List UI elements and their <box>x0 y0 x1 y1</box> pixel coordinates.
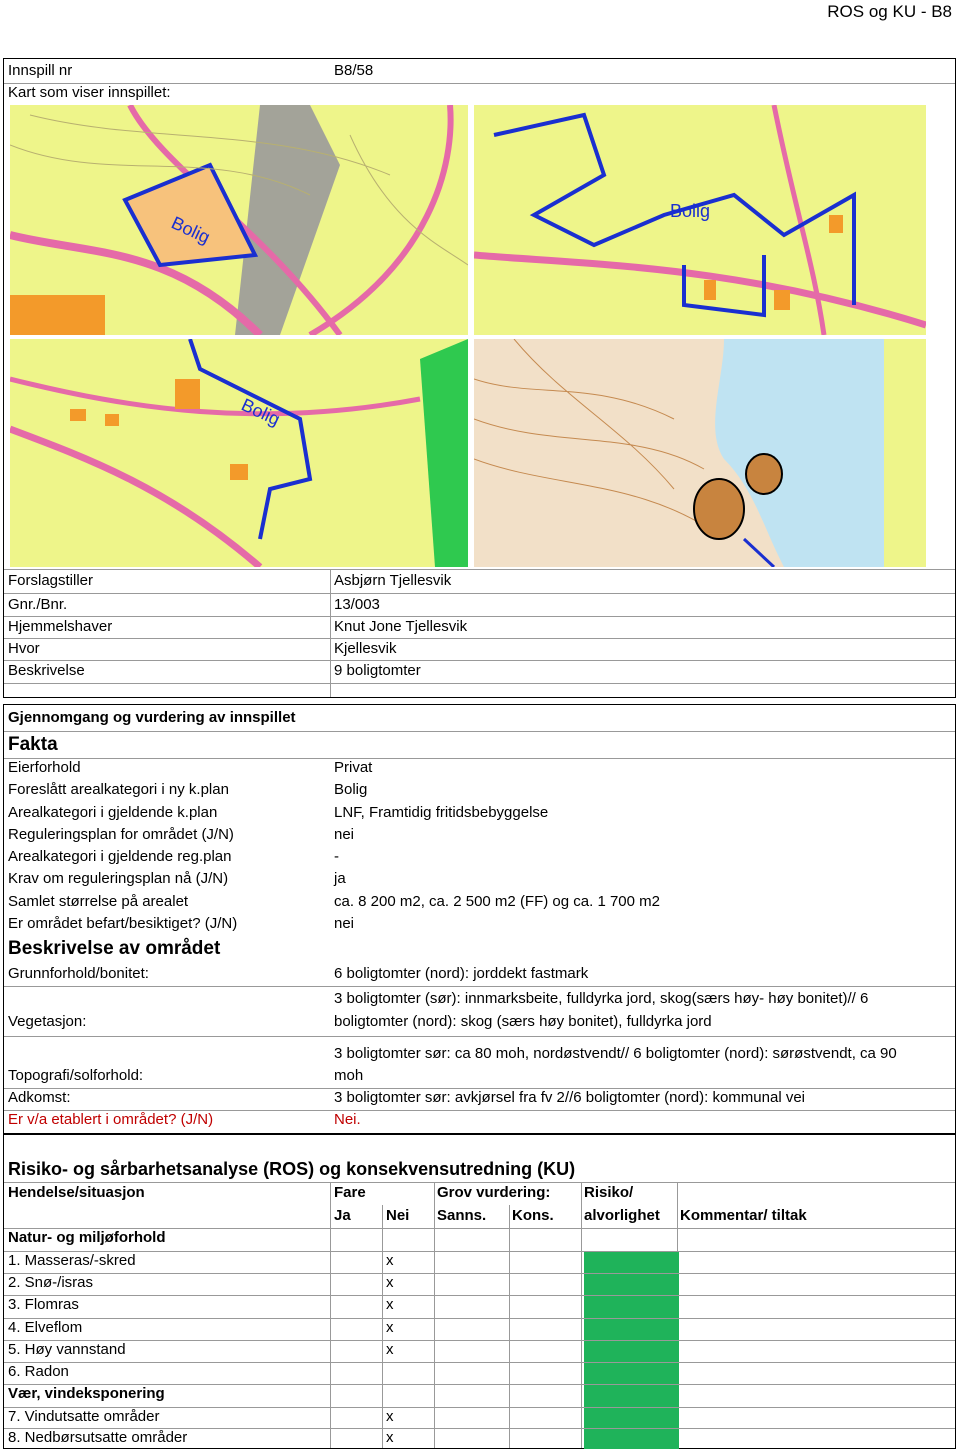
col-kommentar: Kommentar/ tiltak <box>680 1207 807 1224</box>
review-label-4: Arealkategori i gjeldende reg.plan <box>8 848 232 865</box>
col-nei: Nei <box>386 1207 410 1224</box>
ros-row-nei-7: x <box>386 1429 394 1446</box>
review-heading: Gjennomgang og vurdering av innspillet <box>8 709 296 726</box>
review-label-1: Foreslått arealkategori i ny k.plan <box>8 781 229 798</box>
map-image-1: Bolig <box>10 105 468 335</box>
review-label-2: Arealkategori i gjeldende k.plan <box>8 804 218 821</box>
etablert-value: Nei. <box>334 1111 361 1128</box>
ros-heading: Risiko- og sårbarhetsanalyse (ROS) og ko… <box>8 1159 576 1179</box>
info-value-2: Knut Jone Tjellesvik <box>334 618 468 635</box>
etablert-label: Er v/a etablert i området? (J/N) <box>8 1111 214 1128</box>
veg-value-2: boligtomter (nord): skog (særs høy bonit… <box>334 1013 712 1030</box>
page-header-title: ROS og KU - B8 <box>827 2 952 21</box>
col-sanns: Sanns. <box>437 1207 487 1224</box>
map-image-4 <box>474 339 926 567</box>
info-label-3: Hvor <box>8 640 40 657</box>
map-image-2: Bolig <box>474 105 926 335</box>
topo-label: Topografi/solforhold: <box>8 1067 144 1084</box>
map-bolig-label-2: Bolig <box>670 201 710 221</box>
col-kons: Kons. <box>512 1207 554 1224</box>
review-label-3: Reguleringsplan for området (J/N) <box>8 826 234 843</box>
review-value-5: ja <box>334 870 346 887</box>
veg-value-1: 3 boligtomter (sør): innmarksbeite, full… <box>334 990 869 1007</box>
review-section: Gjennomgang og vurdering av innspillet F… <box>3 704 956 1134</box>
ros-row-label-7: 8. Nedbørsutsatte områder <box>8 1429 188 1446</box>
ros-row-label-3: 4. Elveflom <box>8 1319 83 1336</box>
ros-row-label-5: 6. Radon <box>8 1363 69 1380</box>
col-fare: Fare <box>334 1184 366 1201</box>
section-natur: Natur- og miljøforhold <box>8 1229 166 1246</box>
review-value-0: Privat <box>334 759 373 776</box>
review-value-7: nei <box>334 915 355 932</box>
veg-label: Vegetasjon: <box>8 1013 87 1030</box>
adkomst-value: 3 boligtomter sør: avkjørsel fra fv 2//6… <box>334 1089 805 1106</box>
map-label: Kart som viser innspillet: <box>8 84 171 101</box>
topo-value-2: moh <box>334 1067 364 1084</box>
ros-row-nei-2: x <box>386 1296 394 1313</box>
info-value-1: 13/003 <box>334 596 380 613</box>
col-grov: Grov vurdering: <box>437 1184 551 1201</box>
col-alvorlighet: alvorlighet <box>584 1207 660 1224</box>
map-image-3: Bolig <box>10 339 468 567</box>
ros-row-nei-0: x <box>386 1252 394 1269</box>
review-value-2: LNF, Framtidig fritidsbebyggelse <box>334 804 549 821</box>
review-label-5: Krav om reguleringsplan nå (J/N) <box>8 870 229 887</box>
ros-row-nei-6: x <box>386 1408 394 1425</box>
col-hendelse: Hendelse/situasjon <box>8 1184 145 1201</box>
info-label-2: Hjemmelshaver <box>8 618 113 635</box>
review-value-6: ca. 8 200 m2, ca. 2 500 m2 (FF) og ca. 1… <box>334 893 660 910</box>
section-vaer: Vær, vindeksponering <box>8 1385 165 1402</box>
info-label-1: Gnr./Bnr. <box>8 596 68 613</box>
info-label-4: Beskrivelse <box>8 662 85 679</box>
review-label-0: Eierforhold <box>8 759 81 776</box>
review-value-4: - <box>334 848 339 865</box>
innspill-value: B8/58 <box>334 62 374 79</box>
ros-row-nei-1: x <box>386 1274 394 1291</box>
ros-row-label-1: 2. Snø-/isras <box>8 1274 94 1291</box>
ros-row-label-0: 1. Masseras/-skred <box>8 1252 136 1269</box>
review-value-3: nei <box>334 826 355 843</box>
top-section: Innspill nr B8/58 Kart som viser innspil… <box>3 58 956 698</box>
info-label-0: Forslagstiller <box>8 572 94 589</box>
info-value-0: Asbjørn Tjellesvik <box>334 572 452 589</box>
review-value-1: Bolig <box>334 781 368 798</box>
info-value-4: 9 boligtomter <box>334 662 421 679</box>
review-label-7: Er området befart/besiktiget? (J/N) <box>8 915 238 932</box>
fakta-heading: Fakta <box>8 734 58 755</box>
ros-row-nei-4: x <box>386 1341 394 1358</box>
ros-row-label-4: 5. Høy vannstand <box>8 1341 126 1358</box>
beskrivelse-heading: Beskrivelse av området <box>8 938 221 959</box>
adkomst-label: Adkomst: <box>8 1089 71 1106</box>
ros-row-label-6: 7. Vindutsatte områder <box>8 1408 160 1425</box>
ros-row-label-2: 3. Flomras <box>8 1296 79 1313</box>
ros-section: Risiko- og sårbarhetsanalyse (ROS) og ko… <box>3 1134 956 1449</box>
ros-row-nei-3: x <box>386 1319 394 1336</box>
info-value-3: Kjellesvik <box>334 640 397 657</box>
innspill-label: Innspill nr <box>8 62 73 79</box>
grunn-label: Grunnforhold/bonitet: <box>8 965 149 982</box>
review-label-6: Samlet størrelse på arealet <box>8 893 189 910</box>
col-ja: Ja <box>334 1207 351 1224</box>
topo-value-1: 3 boligtomter sør: ca 80 moh, nordøstven… <box>334 1045 897 1062</box>
grunn-value: 6 boligtomter (nord): jorddekt fastmark <box>334 965 589 982</box>
col-risiko: Risiko/ <box>584 1184 634 1201</box>
